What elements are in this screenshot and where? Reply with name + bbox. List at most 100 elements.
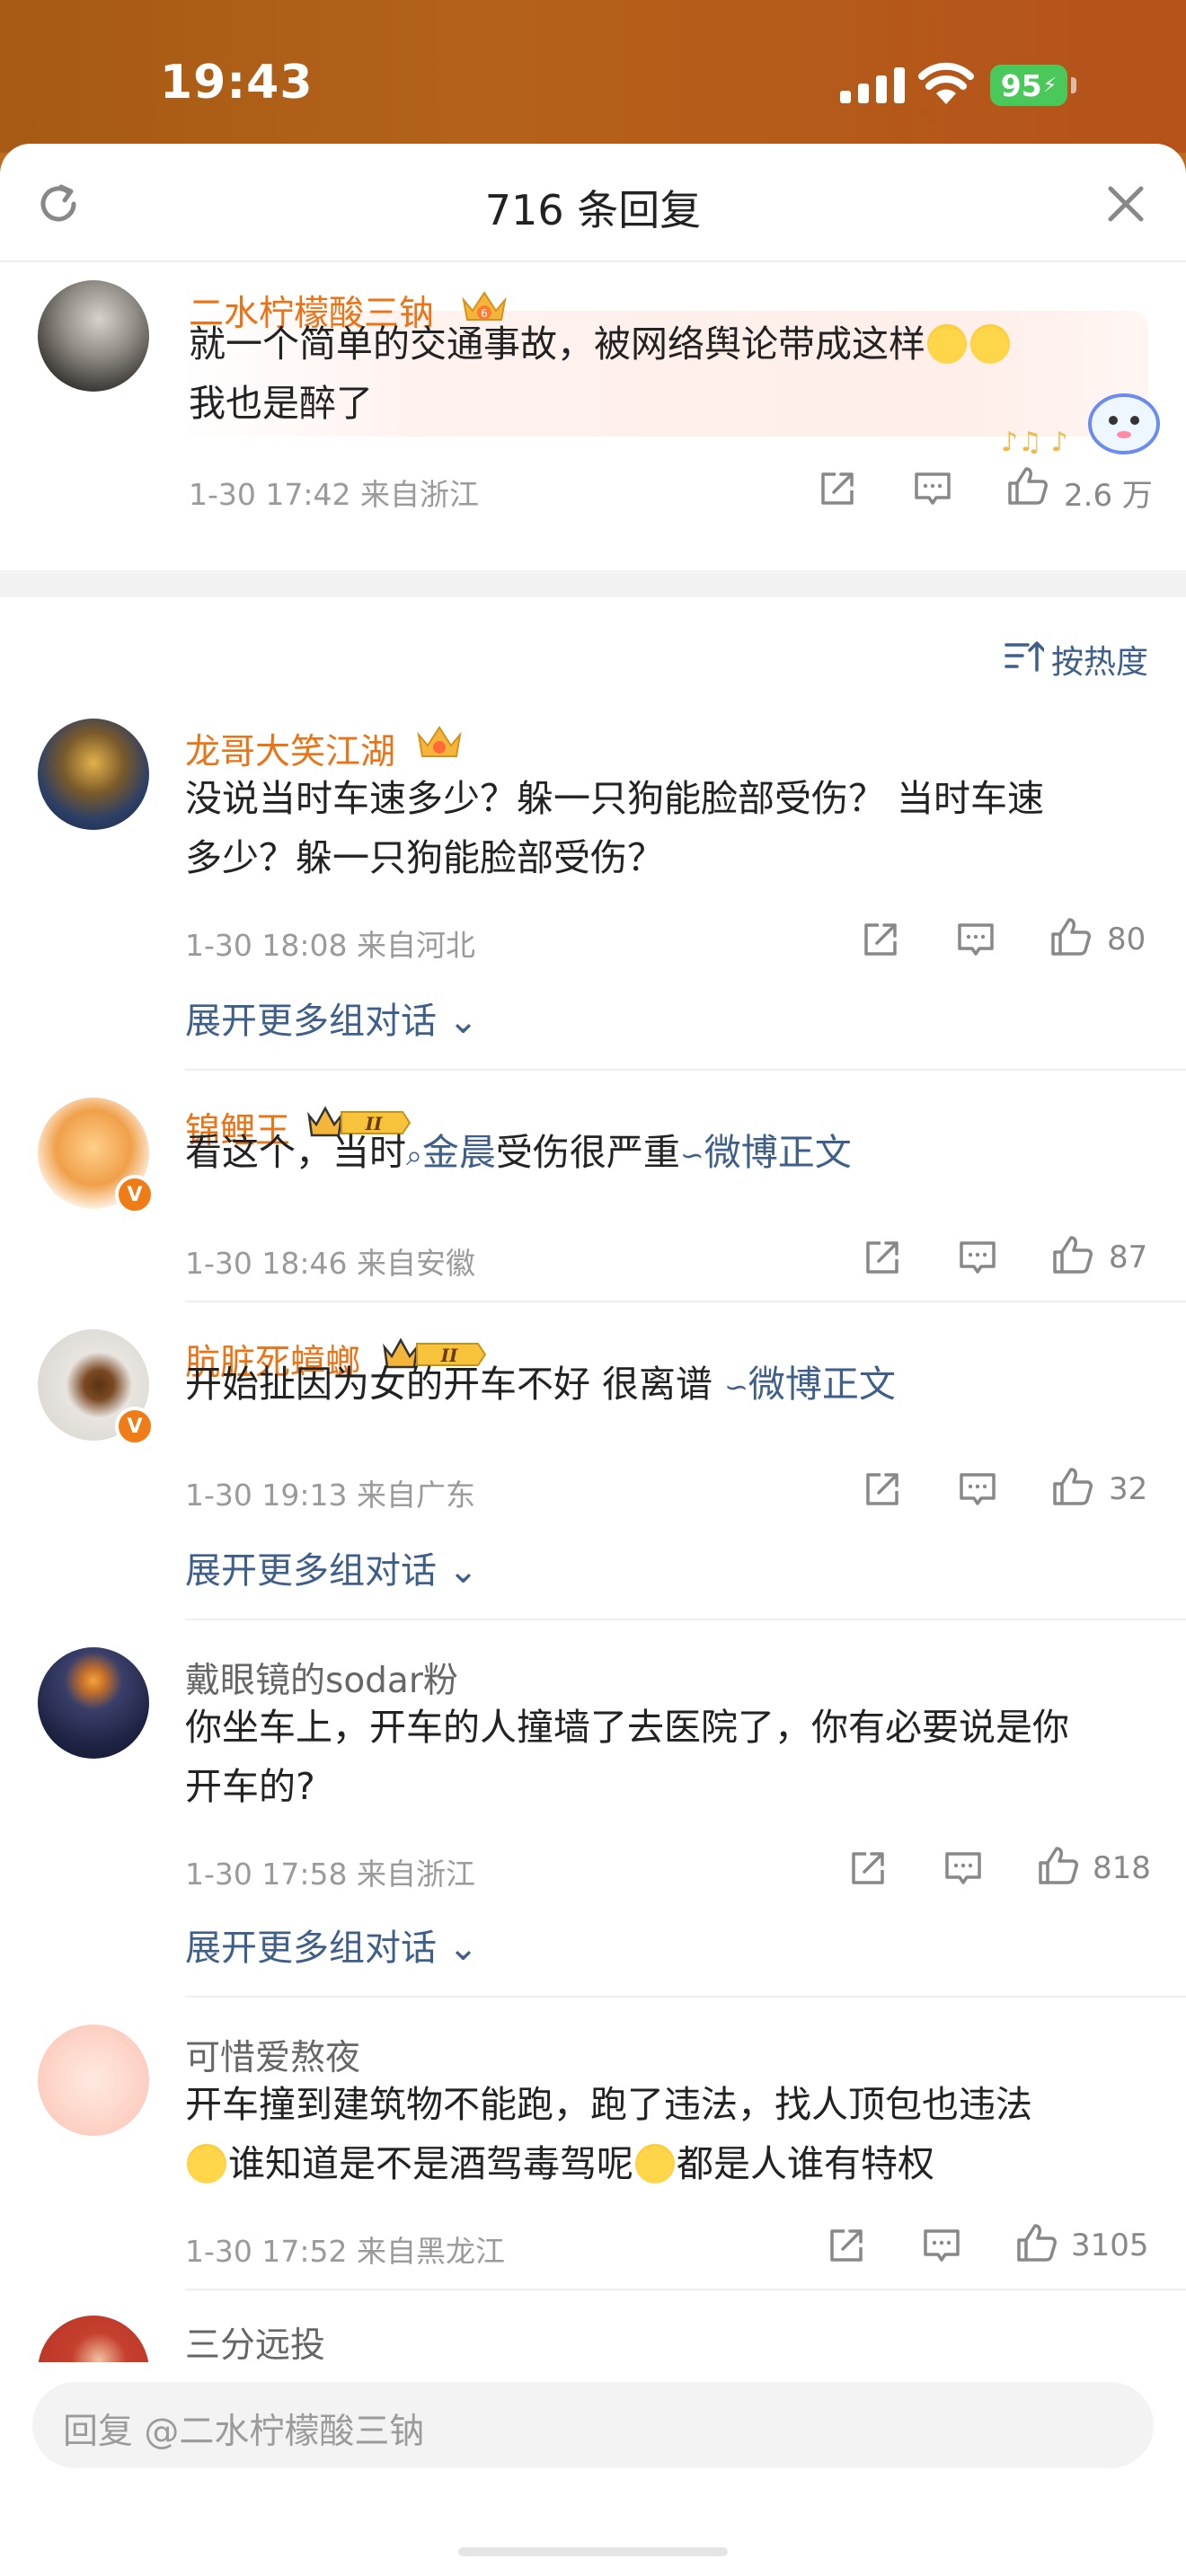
mascot-sticker-icon — [1088, 393, 1160, 454]
like-count: 87 — [1109, 1239, 1148, 1275]
comment-text-line-2: 多少？躲一只狗能脸部受伤？ — [185, 836, 664, 879]
topic-link[interactable]: ⌕金晨 — [406, 1131, 496, 1174]
comment-author[interactable]: 龙哥大笑江湖 — [185, 724, 395, 774]
comment-icon[interactable] — [958, 1469, 997, 1509]
comment-meta: 1-30 18:46 来自安徽 — [185, 1246, 475, 1281]
divider — [185, 2289, 1186, 2290]
text-segment: 看这个，当时 — [185, 1131, 406, 1174]
music-notes-icon: ♪♫ ♪ — [1001, 427, 1068, 458]
link-label: 微博正文 — [704, 1131, 852, 1174]
cellular-signal-icon — [840, 67, 905, 103]
like-icon[interactable] — [1013, 2220, 1058, 2265]
sheet-title: 716 条回复 — [484, 186, 702, 234]
divider — [185, 1301, 1186, 1302]
comment-icon[interactable] — [913, 469, 952, 508]
weibo-post-link[interactable]: ∽微博正文 — [724, 1363, 896, 1406]
sort-icon[interactable] — [1005, 638, 1044, 674]
divider — [185, 1996, 1186, 1998]
share-icon[interactable] — [863, 1238, 902, 1277]
comment-author[interactable]: 戴眼镜的sodar粉 — [185, 1653, 458, 1703]
comment-icon[interactable] — [943, 1848, 983, 1888]
verified-badge: V — [115, 1175, 155, 1214]
like-count: 3105 — [1071, 2228, 1149, 2263]
comment-text-line-2: 我也是醉了 — [189, 382, 373, 425]
like-count: 32 — [1109, 1471, 1148, 1507]
text-segment: 开始扯因为女的开车不好 很离谱 — [185, 1363, 725, 1406]
status-bar: 19:43 95 ⚡ — [0, 0, 1186, 153]
comment-meta: 1-30 17:58 来自浙江 — [185, 1857, 475, 1892]
avatar[interactable] — [38, 280, 149, 392]
like-count: 2.6 万 — [1064, 478, 1153, 514]
root-comment: 二水柠檬酸三钠 6 就一个简单的交通事故，被网络舆论带成这样 我也是醉了 ♪♫ … — [0, 260, 1186, 566]
comment-meta: 1-30 18:08 来自河北 — [185, 928, 475, 963]
comment-author[interactable]: 可惜爱熬夜 — [185, 2030, 360, 2080]
avatar[interactable] — [38, 1647, 149, 1759]
wifi-icon — [918, 62, 974, 104]
comment-text-line-1: 就一个简单的交通事故，被网络舆论带成这样 — [189, 322, 925, 366]
comment-text-line-1: 没说当时车速多少？躲一只狗能脸部受伤？ 当时车速 — [185, 777, 1045, 820]
comment-meta: 1-30 19:13 来自广东 — [185, 1478, 475, 1513]
chevron-down-icon: ⌄ — [447, 1001, 479, 1042]
home-indicator — [458, 2547, 728, 2556]
topic-label: 金晨 — [421, 1131, 496, 1174]
section-divider — [0, 570, 1186, 597]
crown-badge-icon — [417, 726, 462, 757]
comment-text: 看这个，当时⌕金晨受伤很严重∽微博正文 — [185, 1123, 852, 1185]
avatar[interactable] — [38, 719, 149, 830]
replies-sheet: 716 条回复 二水柠檬酸三钠 6 就一个简单的交通事故，被网络舆论带成这样 我… — [0, 144, 1186, 2576]
comment-text-line-1: 开车撞到建筑物不能跑，跑了违法，找人顶包也违法 — [185, 2083, 1032, 2126]
search-icon: ⌕ — [406, 1138, 422, 1172]
battery-indicator: 95 ⚡ — [990, 65, 1067, 106]
weibo-post-link[interactable]: ∽微博正文 — [680, 1131, 852, 1174]
text-segment: 谁知道是不是酒驾毒驾呢 — [228, 2142, 633, 2185]
comment-icon[interactable] — [922, 2226, 961, 2265]
like-count: 80 — [1107, 922, 1146, 957]
share-icon[interactable] — [861, 920, 900, 959]
status-time: 19:43 — [160, 56, 314, 110]
reply-input[interactable]: 回复 @二水柠檬酸三钠 — [32, 2382, 1154, 2468]
sweat-emoji-icon — [187, 2144, 226, 2183]
like-icon[interactable] — [1048, 914, 1093, 959]
chevron-down-icon: ⌄ — [447, 1928, 479, 1969]
comment-icon[interactable] — [956, 920, 996, 959]
avatar[interactable] — [38, 2025, 149, 2136]
comment-meta: 1-30 17:42 来自浙江 — [189, 477, 479, 512]
divider — [185, 1619, 1186, 1620]
expand-label: 展开更多组对话 — [185, 1928, 437, 1969]
comment-text-line-2: 谁知道是不是酒驾毒驾呢 都是人谁有特权 — [185, 2134, 934, 2193]
crying-emoji-icon — [970, 324, 1010, 364]
link-icon: ∽ — [679, 1138, 704, 1172]
divider — [185, 1069, 1186, 1071]
expand-label: 展开更多组对话 — [185, 1001, 437, 1042]
battery-level: 95 — [1000, 67, 1042, 103]
charging-bolt-icon: ⚡ — [1042, 74, 1058, 97]
like-icon[interactable] — [1005, 463, 1049, 508]
chevron-down-icon: ⌄ — [447, 1550, 479, 1592]
comment-text: 就一个简单的交通事故，被网络舆论带成这样 — [189, 314, 1012, 374]
share-icon[interactable] — [863, 1469, 902, 1509]
comment-text-line-2: 开车的? — [185, 1765, 315, 1808]
comment-icon[interactable] — [958, 1238, 997, 1277]
like-icon[interactable] — [1049, 1232, 1094, 1277]
expand-conversations-link[interactable]: 展开更多组对话 ⌄ — [185, 992, 478, 1044]
share-icon[interactable] — [827, 2226, 866, 2265]
like-icon[interactable] — [1035, 1843, 1080, 1888]
text-segment: 都是人谁有特权 — [677, 2142, 934, 2185]
reply-placeholder: 回复 @二水柠檬酸三钠 — [63, 2412, 425, 2452]
expand-conversations-link[interactable]: 展开更多组对话 ⌄ — [185, 1541, 478, 1593]
expand-conversations-link[interactable]: 展开更多组对话 ⌄ — [185, 1919, 478, 1971]
like-count: 818 — [1093, 1850, 1151, 1886]
share-icon[interactable] — [818, 469, 857, 508]
crying-emoji-icon — [927, 324, 967, 364]
svg-text:♪♫ ♪: ♪♫ ♪ — [1001, 427, 1068, 458]
close-icon[interactable] — [1105, 183, 1146, 225]
verified-badge: V — [115, 1407, 155, 1446]
share-icon[interactable] — [848, 1848, 888, 1888]
expand-label: 展开更多组对话 — [185, 1550, 437, 1592]
comment-text-line-1: 你坐车上，开车的人撞墙了去医院了，你有必要说是你 — [185, 1706, 1069, 1749]
like-icon[interactable] — [1049, 1464, 1094, 1509]
sort-by-hot[interactable]: 按热度 — [1051, 636, 1148, 683]
link-label: 微博正文 — [748, 1363, 896, 1406]
comment-author[interactable]: 三分远投 — [185, 2317, 325, 2368]
battery-cap — [1071, 77, 1076, 93]
